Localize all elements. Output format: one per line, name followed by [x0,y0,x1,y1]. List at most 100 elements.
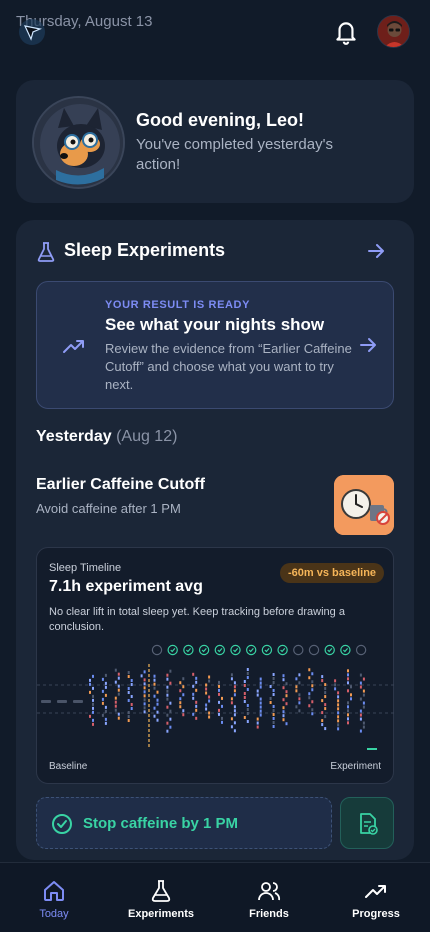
sleep-stage-segment [311,684,314,688]
sleep-stage-segment [166,729,169,733]
sleep-stage-segment [272,689,275,693]
checkin-missed-marker [355,644,367,656]
sleep-stage-segment [104,681,107,685]
sleep-stage-segment [308,704,311,708]
sleep-stage-segment [182,677,185,681]
sleep-stage-segment [259,685,262,689]
sleep-stage-segment [182,709,185,713]
sleep-stage-segment [298,701,301,705]
sleep-stage-segment [285,690,288,694]
sleep-stage-segment [156,698,159,702]
sleep-stage-segment [89,682,91,686]
sleep-stage-segment [230,677,233,681]
sleep-stage-segment [143,710,146,714]
sleep-stage-segment [311,708,314,712]
checkin-check-mark [201,648,207,653]
nav-label-friends: Friends [249,908,289,920]
sleep-stage-segment [89,690,91,694]
sleep-stage-segment [153,706,156,710]
sleep-stage-segment [246,676,249,680]
sleep-stage-segment [192,692,195,696]
sleep-stage-segment [347,677,349,681]
sleep-stage-segment [153,694,156,698]
sleep-stage-segment [208,715,211,719]
sleep-stage-segment [321,711,324,715]
sleep-stage-segment [230,717,233,721]
sleep-stage-segment [166,685,169,689]
sleep-stage-segment [143,690,146,694]
sleep-stage-segment [308,696,311,700]
baseline-night-mark [73,700,83,703]
sleep-stage-segment [143,694,146,698]
sleep-stage-segment [117,688,120,692]
sleep-stage-segment [347,717,349,721]
sleep-stage-segment [285,722,288,726]
sleep-stage-segment [114,708,117,712]
sleep-stage-segment [153,714,156,718]
sleep-stage-segment [221,704,223,708]
sleep-stage-segment [208,711,211,715]
checkin-check-mark [342,648,349,653]
sleep-stage-segment [195,676,198,680]
sleep-stage-segment [359,681,362,685]
sleep-stage-segment [311,672,314,676]
greeting-card: Good evening, Leo! You've completed yest… [16,80,414,203]
arrow-right-icon[interactable] [365,240,387,262]
sleep-stage-segment [233,709,236,713]
checkin-check-mark [170,648,176,653]
sleep-stage-segment [218,680,220,684]
sleep-stage-segment [269,685,272,689]
nav-item-experiments[interactable]: Experiments [111,863,211,932]
home-icon [44,881,64,901]
sleep-stage-segment [259,713,262,717]
sleep-stage-segment [143,698,146,702]
sleep-stage-segment [127,671,130,675]
result-kicker: YOUR RESULT IS READY [105,299,251,311]
sleep-stage-segment [192,684,195,688]
sleep-stage-segment [92,710,94,714]
sleep-stage-segment [269,701,272,705]
sleep-stage-segment [130,683,133,687]
result-ready-card[interactable]: YOUR RESULT IS READY See what your night… [36,281,394,409]
sleep-stage-segment [256,689,259,693]
sleep-stage-segment [282,706,285,710]
nav-label-progress: Progress [352,908,400,920]
sleep-stage-segment [89,678,91,682]
sleep-stage-segment [362,693,365,697]
bell-icon[interactable] [333,18,359,46]
sleep-stage-segment [127,675,130,679]
stop-caffeine-label: Stop caffeine by 1 PM [83,815,239,832]
avatar[interactable] [377,15,410,48]
sleep-stage-segment [334,687,337,691]
sleep-stage-segment [324,687,327,691]
nav-item-friends[interactable]: Friends [219,863,319,932]
sleep-stage-segment [246,720,249,724]
sleep-timeline-chart [37,644,395,750]
bottom-nav: Today Experiments Friends Progress [0,862,430,932]
sleep-stage-segment [282,698,285,702]
sleep-stage-segment [104,685,107,689]
checkin-missed-marker [308,644,320,656]
checkin-missed-marker [151,644,163,656]
sleep-stage-segment [92,686,94,690]
sleep-stage-segment [230,697,233,701]
sleep-stage-segment [321,675,324,679]
sleep-stage-segment [337,723,340,727]
sleep-stage-segment [324,691,327,695]
log-document-button[interactable] [340,797,394,849]
sleep-stage-segment [324,727,327,731]
sleep-stage-segment [205,691,208,695]
sleep-stage-segment [256,717,259,721]
stop-caffeine-button[interactable]: Stop caffeine by 1 PM [36,797,332,849]
checkin-done-marker [167,644,178,656]
sleep-stage-segment [101,677,104,681]
sleep-stage-segment [92,674,94,678]
sleep-stage-segment [243,716,246,720]
nav-item-progress[interactable]: Progress [326,863,426,932]
sleep-stage-segment [104,709,107,713]
nav-item-today[interactable]: Today [4,863,104,932]
sleep-stage-segment [256,725,259,729]
sleep-stage-segment [179,697,182,701]
sleep-stage-segment [192,672,195,676]
sleep-stage-segment [246,704,249,708]
